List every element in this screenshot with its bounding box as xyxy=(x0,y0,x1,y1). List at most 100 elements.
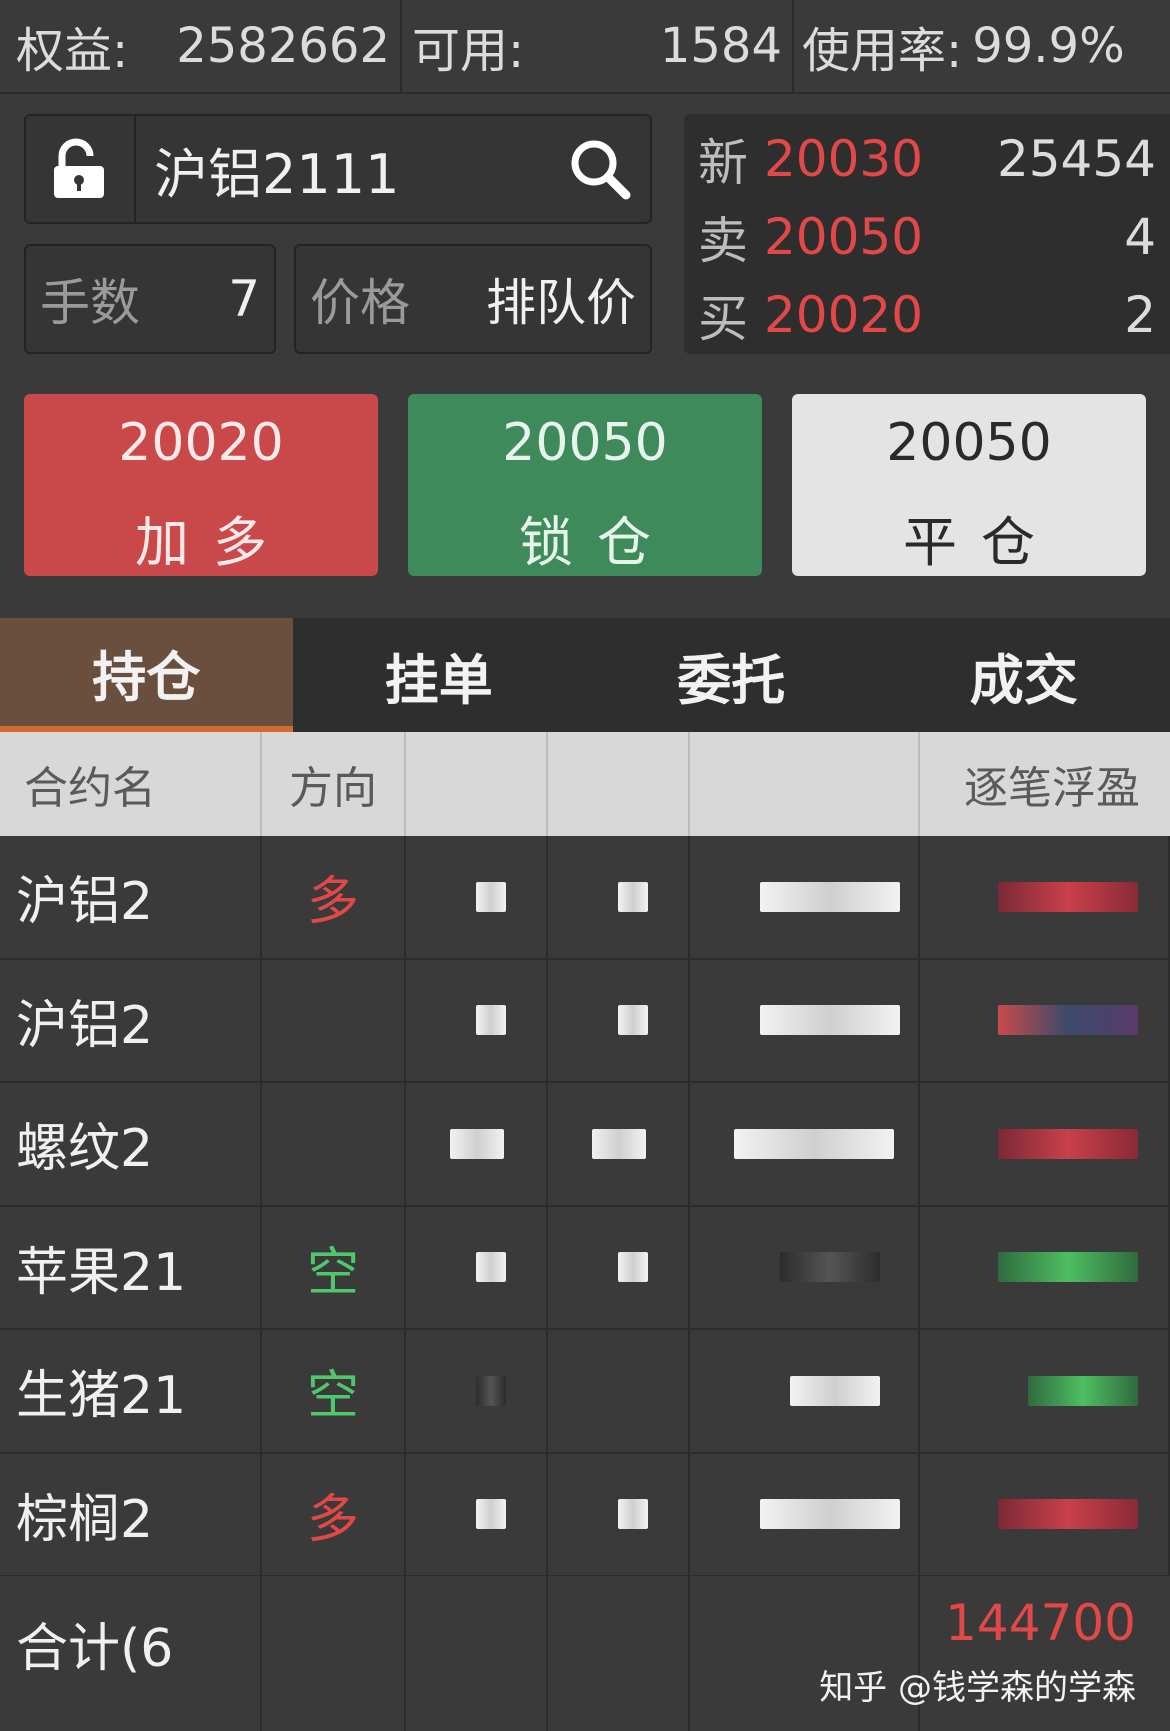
price-label: 价格 xyxy=(310,274,410,332)
lock-position-label: 锁仓 xyxy=(519,511,675,574)
redacted-cell xyxy=(406,836,548,958)
col-redacted-3 xyxy=(690,732,920,836)
redacted-cell xyxy=(548,1206,690,1328)
buy-long-label: 加多 xyxy=(135,511,291,574)
ask-label: 卖 xyxy=(698,212,748,270)
equity-cell: 权益: 2582662 xyxy=(0,0,402,92)
available-cell: 可用: 1584 xyxy=(402,0,794,92)
ask-volume: 4 xyxy=(1124,208,1156,266)
floating-pnl xyxy=(920,836,1170,958)
last-volume: 25454 xyxy=(996,130,1156,188)
lots-label: 手数 xyxy=(40,274,140,332)
redacted-cell xyxy=(406,1453,548,1575)
lock-button[interactable] xyxy=(26,116,136,222)
redacted-cell xyxy=(690,1083,920,1205)
total-empty xyxy=(406,1576,548,1731)
ask-row[interactable]: 卖 20050 4 xyxy=(698,198,1156,276)
table-row[interactable]: 沪铝2 多 xyxy=(0,836,1170,960)
positions-table-body: 沪铝2 多 沪铝2 螺纹2 苹果21 空 生猪21 空 棕榈2 多 xyxy=(0,836,1170,1577)
direction: 空 xyxy=(262,1330,406,1452)
price-field[interactable]: 价格 排队价 xyxy=(294,244,652,354)
redacted-cell xyxy=(690,836,920,958)
table-row[interactable]: 螺纹2 xyxy=(0,1083,1170,1207)
redacted-cell xyxy=(406,959,548,1081)
redacted-cell xyxy=(690,1206,920,1328)
unlock-icon xyxy=(54,138,104,198)
floating-pnl xyxy=(920,1206,1170,1328)
equity-value: 2582662 xyxy=(176,18,390,74)
floating-pnl xyxy=(920,1083,1170,1205)
close-position-label: 平仓 xyxy=(903,511,1059,574)
total-pnl: 144700 xyxy=(945,1594,1136,1652)
equity-label: 权益: xyxy=(16,23,129,79)
symbol-search-box[interactable]: 沪铝2111 xyxy=(24,114,652,224)
usage-label: 使用率: xyxy=(802,23,963,79)
redacted-cell xyxy=(406,1330,548,1452)
close-position-price: 20050 xyxy=(886,413,1052,473)
total-label: 合计(6 xyxy=(0,1576,262,1731)
contract-name: 沪铝2 xyxy=(0,836,262,958)
available-value: 1584 xyxy=(659,18,782,74)
buy-long-button[interactable]: 20020 加多 xyxy=(24,394,378,576)
col-redacted-1 xyxy=(406,732,548,836)
redacted-cell xyxy=(548,1453,690,1575)
redacted-cell xyxy=(690,959,920,1081)
redacted-cell xyxy=(548,1330,690,1452)
redacted-cell xyxy=(690,1453,920,1575)
bid-label: 买 xyxy=(698,290,748,348)
search-icon xyxy=(571,140,631,200)
quote-panel: 新 20030 25454 卖 20050 4 买 20020 2 xyxy=(684,114,1170,354)
price-type-value[interactable]: 排队价 xyxy=(486,263,636,335)
floating-pnl xyxy=(920,1330,1170,1452)
col-direction[interactable]: 方向 xyxy=(262,732,406,836)
direction: 多 xyxy=(262,1453,406,1575)
buy-long-price: 20020 xyxy=(118,413,284,473)
col-floating-pnl[interactable]: 逐笔浮盈 xyxy=(920,732,1170,836)
total-empty xyxy=(548,1576,690,1731)
redacted-cell xyxy=(406,1083,548,1205)
redacted-cell xyxy=(690,1330,920,1452)
close-position-button[interactable]: 20050 平仓 xyxy=(792,394,1146,576)
contract-name: 生猪21 xyxy=(0,1330,262,1452)
total-empty xyxy=(262,1576,406,1731)
redacted-cell xyxy=(548,836,690,958)
redacted-cell xyxy=(548,1083,690,1205)
last-price: 20030 xyxy=(764,130,924,188)
col-redacted-2 xyxy=(548,732,690,836)
contract-name: 棕榈2 xyxy=(0,1453,262,1575)
bid-volume: 2 xyxy=(1124,286,1156,344)
last-price-row: 新 20030 25454 xyxy=(698,120,1156,198)
table-row[interactable]: 沪铝2 xyxy=(0,959,1170,1083)
contract-name: 沪铝2 xyxy=(0,959,262,1081)
positions-table-header: 合约名 方向 逐笔浮盈 xyxy=(0,732,1170,836)
direction: 多 xyxy=(262,836,406,958)
ask-price: 20050 xyxy=(764,208,924,266)
tab-pending[interactable]: 挂单 xyxy=(293,618,586,732)
last-label: 新 xyxy=(698,134,748,192)
account-bar: 权益: 2582662 可用: 1584 使用率: 99.9% xyxy=(0,0,1170,94)
lots-field[interactable]: 手数 7 xyxy=(24,244,276,354)
usage-cell: 使用率: 99.9% xyxy=(794,0,1170,92)
tab-orders[interactable]: 委托 xyxy=(585,618,878,732)
direction: 空 xyxy=(262,1206,406,1328)
table-row[interactable]: 苹果21 空 xyxy=(0,1206,1170,1330)
bid-row[interactable]: 买 20020 2 xyxy=(698,276,1156,354)
floating-pnl xyxy=(920,1453,1170,1575)
lock-position-button[interactable]: 20050 锁仓 xyxy=(408,394,762,576)
contract-name: 苹果21 xyxy=(0,1206,262,1328)
col-contract-name[interactable]: 合约名 xyxy=(0,732,262,836)
tab-positions[interactable]: 持仓 xyxy=(0,618,293,732)
floating-pnl xyxy=(920,959,1170,1081)
bid-price: 20020 xyxy=(764,286,924,344)
watermark: 知乎 @钱学森的学森 xyxy=(819,1668,1136,1708)
contract-name: 螺纹2 xyxy=(0,1083,262,1205)
search-button[interactable] xyxy=(550,116,650,222)
symbol-input[interactable]: 沪铝2111 xyxy=(136,116,550,222)
table-row[interactable]: 棕榈2 多 xyxy=(0,1453,1170,1577)
tab-bar: 持仓 挂单 委托 成交 xyxy=(0,618,1170,732)
tab-trades[interactable]: 成交 xyxy=(878,618,1170,732)
table-row[interactable]: 生猪21 空 xyxy=(0,1330,1170,1454)
available-label: 可用: xyxy=(412,23,525,79)
lots-value[interactable]: 7 xyxy=(228,270,260,328)
direction xyxy=(262,1083,406,1205)
